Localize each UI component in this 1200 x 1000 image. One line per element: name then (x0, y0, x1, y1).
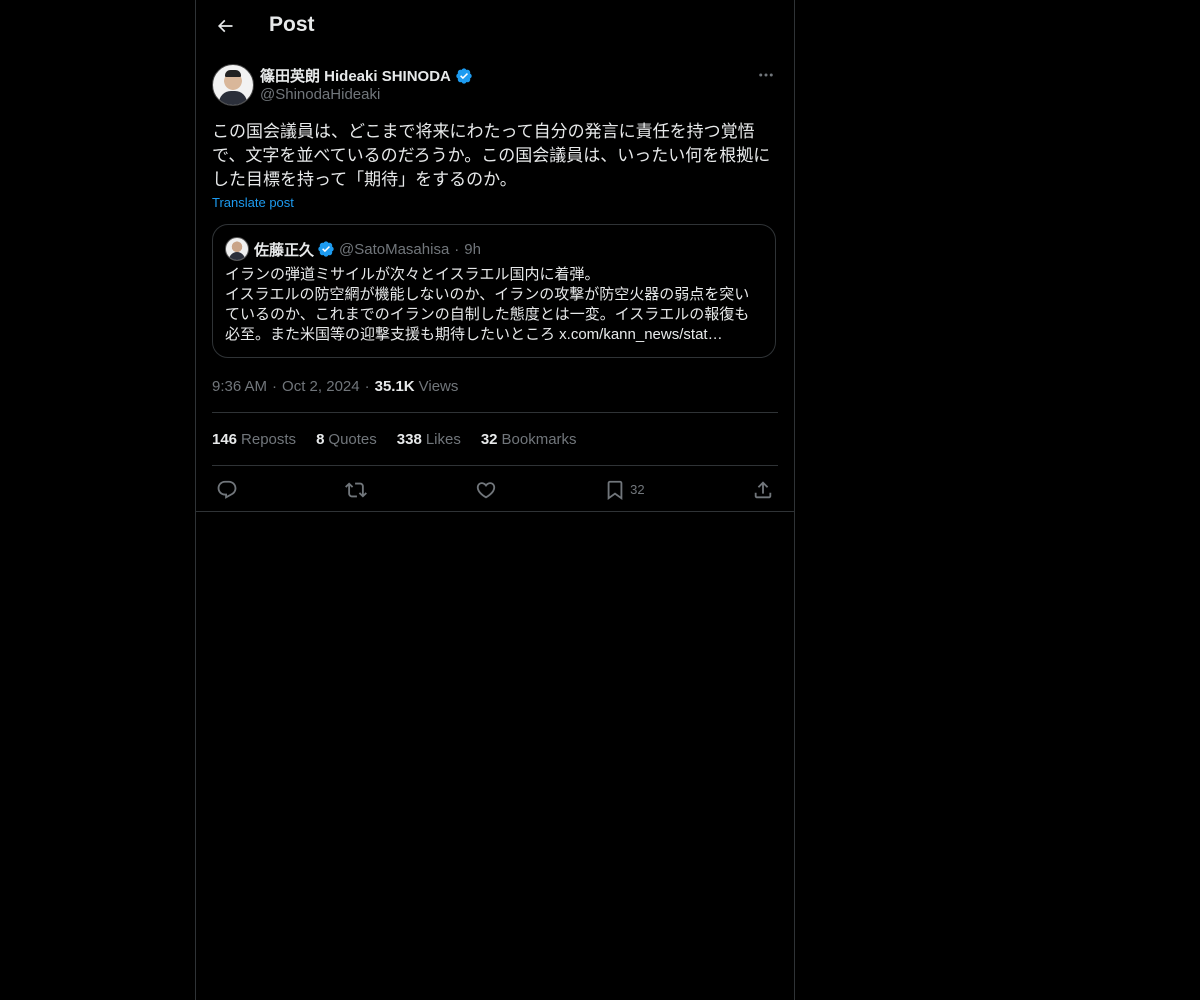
reposts-label: Reposts (241, 430, 297, 448)
back-button[interactable] (208, 9, 242, 43)
bookmark-count: 32 (630, 482, 645, 497)
quote-author-name: 佐藤正久 (254, 241, 315, 259)
share-button[interactable] (752, 479, 774, 501)
likes-stat[interactable]: 338 Likes (397, 431, 461, 448)
heart-icon (476, 481, 495, 498)
quote-text: イランの弾道ミサイルが次々とイスラエル国内に着弾。 イスラエルの防空網が機能しな… (225, 266, 750, 343)
post-article: 篠田英朗 Hideaki SHINODA @ShinodaHideaki この国… (212, 64, 778, 513)
bookmark-icon (607, 480, 623, 500)
quote-author-avatar (225, 237, 249, 261)
translate-post-link[interactable]: Translate post (212, 195, 294, 210)
arrow-left-icon (217, 19, 233, 33)
divider (196, 511, 794, 512)
bookmarks-stat[interactable]: 32 Bookmarks (481, 431, 577, 448)
reposts-stat[interactable]: 146 Reposts (212, 431, 296, 448)
separator-dot: · (364, 377, 370, 395)
quotes-label: Quotes (328, 430, 377, 448)
quote-author-handle: @SatoMasahisa (339, 240, 450, 258)
bookmarks-count: 32 (480, 430, 498, 448)
engagement-stats: 146 Reposts 8 Quotes 338 Likes 32 Bookmarks (212, 413, 778, 465)
bookmark-button[interactable]: 32 (604, 479, 645, 501)
author-avatar[interactable] (212, 64, 254, 106)
verified-badge-icon[interactable] (455, 67, 473, 85)
author-row: 篠田英朗 Hideaki SHINODA @ShinodaHideaki (212, 64, 778, 106)
quote-timestamp: 9h (464, 240, 481, 258)
reply-button[interactable] (216, 479, 238, 501)
page-title: Post (269, 13, 315, 36)
verified-badge-icon (317, 240, 335, 258)
reposts-count: 146 (212, 430, 238, 448)
separator-dot: · (454, 240, 460, 258)
post-date[interactable]: Oct 2, 2024 (282, 378, 360, 395)
share-icon (754, 480, 772, 498)
action-bar: 32 (212, 466, 778, 513)
more-options-button[interactable] (754, 64, 778, 86)
post-time[interactable]: 9:36 AM (212, 378, 267, 395)
quoted-post[interactable]: 佐藤正久 @SatoMasahisa · 9h イランの弾道ミサイルが次々とイス… (212, 224, 776, 358)
repost-icon (345, 482, 368, 497)
likes-label: Likes (425, 430, 461, 448)
author-name[interactable]: 篠田英朗 Hideaki SHINODA (260, 65, 451, 86)
primary-column: Post 篠田英朗 Hideaki SHINODA @ShinodaHideak… (195, 0, 795, 1000)
quotes-stat[interactable]: 8 Quotes (316, 431, 377, 448)
likes-count: 338 (396, 430, 422, 448)
quotes-count: 8 (316, 430, 325, 448)
author-name-row[interactable]: 篠田英朗 Hideaki SHINODA (260, 65, 473, 86)
post-meta: 9:36 AM · Oct 2, 2024 · 35.1K Views (212, 376, 778, 396)
more-horizontal-icon (759, 73, 773, 77)
like-button[interactable] (475, 479, 497, 501)
quoted-post-header: 佐藤正久 @SatoMasahisa · 9h (225, 237, 763, 261)
post-text: この国会議員は、どこまで将来にわたって自分の発言に責任を持つ覚悟で、文字を並べて… (212, 122, 771, 189)
views-label: Views (418, 377, 459, 395)
reply-icon (217, 480, 237, 499)
author-handle[interactable]: @ShinodaHideaki (260, 86, 380, 103)
repost-button[interactable] (345, 479, 368, 501)
views-count: 35.1K (374, 377, 415, 395)
top-bar: Post (196, 0, 794, 53)
separator-dot: · (272, 377, 278, 395)
bookmarks-label: Bookmarks (501, 430, 577, 448)
